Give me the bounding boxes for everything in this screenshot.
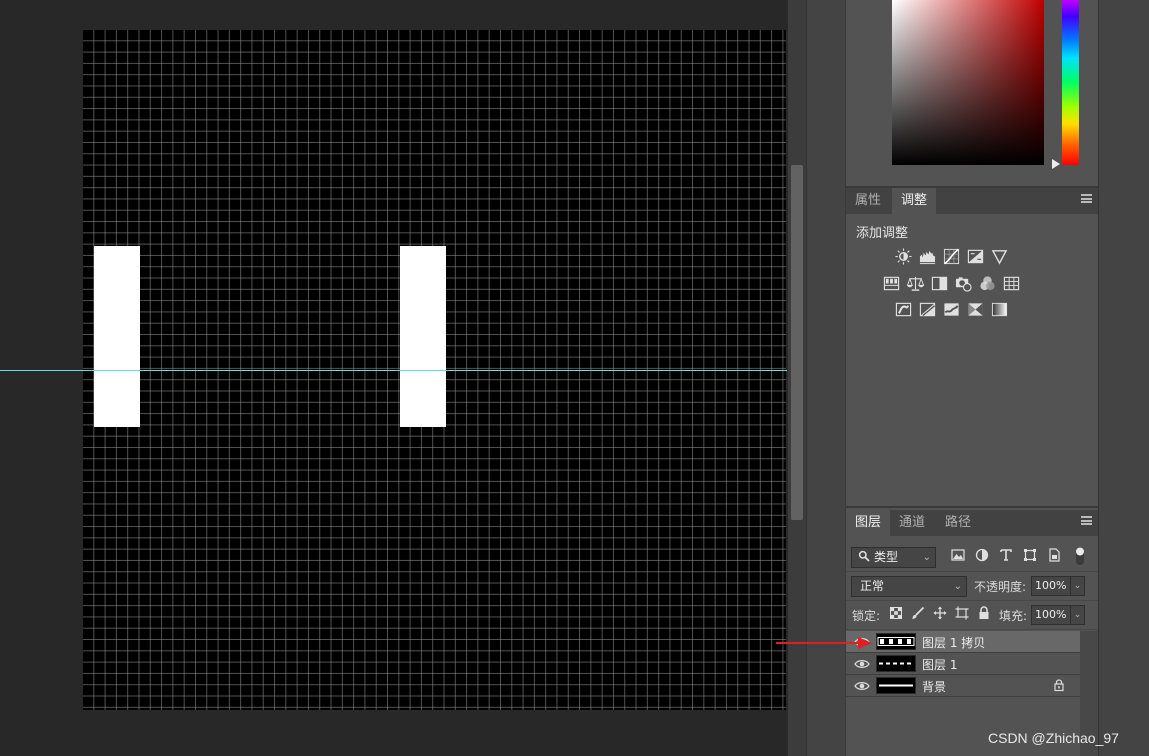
- selective-color-icon[interactable]: [966, 300, 984, 318]
- horizontal-guide-line[interactable]: [0, 370, 787, 371]
- collapsed-panel-dock: [806, 0, 846, 756]
- pixel-layer-filter-icon[interactable]: [950, 547, 966, 563]
- lock-position-icon[interactable]: [932, 605, 948, 621]
- hue-saturation-icon[interactable]: [882, 274, 900, 292]
- adjustments-tab-bar: 属性 调整: [846, 188, 1098, 214]
- shape-layer-filter-icon[interactable]: [1022, 547, 1038, 563]
- layer-name: 图层 1 拷贝: [922, 636, 986, 650]
- hue-slider[interactable]: [1062, 0, 1079, 165]
- layer-thumbnail: [876, 633, 916, 650]
- gradient-map-icon[interactable]: [990, 300, 1008, 318]
- white-rectangle-left[interactable]: [94, 246, 140, 427]
- lock-artboard-icon[interactable]: [954, 605, 970, 621]
- adjustments-panel: 属性 调整 添加调整: [846, 188, 1098, 508]
- layer-row-layer-1-copy[interactable]: 图层 1 拷贝: [846, 631, 1080, 653]
- blend-opacity-row: 正常 ⌄ 不透明度: 100% ⌄: [846, 572, 1098, 601]
- layers-tab-bar: 图层 通道 路径: [846, 510, 1098, 536]
- right-panel-column: 属性 调整 添加调整 图层 通道 路径 类型 ⌄ 正常 ⌄ 不透明度: 100%…: [845, 0, 1099, 756]
- hue-slider-marker[interactable]: [1052, 159, 1060, 169]
- type-layer-filter-icon[interactable]: [998, 547, 1014, 563]
- opacity-dropdown-button[interactable]: ⌄: [1070, 576, 1085, 596]
- fill-dropdown-button[interactable]: ⌄: [1070, 605, 1085, 625]
- layer-filter-row: 类型 ⌄: [846, 543, 1098, 572]
- chevron-down-icon: ⌄: [922, 552, 931, 563]
- chevron-down-icon: ⌄: [953, 581, 962, 592]
- filter-toggle-switch[interactable]: [1074, 546, 1086, 566]
- layer-thumbnail: [876, 655, 916, 672]
- fill-input[interactable]: 100%: [1031, 605, 1071, 625]
- filter-kind-dropdown[interactable]: 类型 ⌄: [851, 547, 936, 568]
- blend-mode-dropdown[interactable]: 正常 ⌄: [851, 576, 967, 597]
- curves-icon[interactable]: [942, 247, 960, 265]
- layer-name: 图层 1: [922, 658, 958, 672]
- color-saturation-field[interactable]: [892, 0, 1044, 165]
- canvas-vertical-scrollbar[interactable]: [787, 0, 806, 756]
- color-lookup-icon[interactable]: [1002, 274, 1020, 292]
- smart-object-filter-icon[interactable]: [1046, 547, 1062, 563]
- layer-thumbnail: [876, 677, 916, 694]
- eye-icon[interactable]: [854, 678, 870, 694]
- eye-icon[interactable]: [854, 656, 870, 672]
- posterize-icon[interactable]: [918, 300, 936, 318]
- tab-channels[interactable]: 通道: [890, 510, 934, 536]
- panel-menu-icon[interactable]: [1081, 194, 1092, 203]
- black-white-icon[interactable]: [930, 274, 948, 292]
- opacity-input[interactable]: 100%: [1031, 576, 1071, 596]
- right-panel-edge: [1098, 0, 1149, 756]
- layer-name: 背景: [922, 680, 947, 694]
- search-icon: [858, 549, 870, 568]
- blend-mode-value: 正常: [860, 579, 885, 593]
- photo-filter-icon[interactable]: [954, 274, 972, 292]
- brightness-contrast-icon[interactable]: [894, 247, 912, 265]
- add-adjustment-title: 添加调整: [856, 226, 909, 241]
- channel-mixer-icon[interactable]: [978, 274, 996, 292]
- layer-lock-icon: [1052, 678, 1066, 692]
- lock-image-pixels-icon[interactable]: [910, 605, 926, 621]
- color-panel: [846, 0, 1098, 188]
- panel-menu-icon[interactable]: [1081, 516, 1092, 525]
- white-rectangle-right[interactable]: [400, 246, 446, 427]
- opacity-label: 不透明度:: [974, 580, 1027, 594]
- lock-all-icon[interactable]: [976, 605, 992, 621]
- lock-fill-row: 锁定: 填充: 100% ⌄: [846, 601, 1098, 630]
- exposure-icon[interactable]: [966, 247, 984, 265]
- fill-label: 填充:: [999, 609, 1028, 623]
- filter-kind-value: 类型: [874, 550, 899, 564]
- lock-transparent-pixels-icon[interactable]: [888, 605, 904, 621]
- threshold-icon[interactable]: [942, 300, 960, 318]
- eye-icon[interactable]: [854, 634, 870, 650]
- lock-label: 锁定:: [852, 609, 881, 623]
- layers-panel: 图层 通道 路径 类型 ⌄ 正常 ⌄ 不透明度: 100% ⌄ 锁定: 填充: …: [846, 510, 1098, 756]
- levels-icon[interactable]: [918, 247, 936, 265]
- adjustment-layer-filter-icon[interactable]: [974, 547, 990, 563]
- scrollbar-thumb[interactable]: [791, 165, 803, 520]
- color-balance-icon[interactable]: [906, 274, 924, 292]
- layer-row-layer-1[interactable]: 图层 1: [846, 653, 1080, 675]
- watermark-text: CSDN @Zhichao_97: [988, 730, 1119, 746]
- vibrance-icon[interactable]: [990, 247, 1008, 265]
- invert-icon[interactable]: [894, 300, 912, 318]
- canvas-workspace[interactable]: [0, 0, 787, 756]
- tab-paths[interactable]: 路径: [936, 510, 980, 536]
- tab-layers[interactable]: 图层: [846, 510, 891, 536]
- tab-properties[interactable]: 属性: [846, 188, 890, 214]
- layer-row-background[interactable]: 背景: [846, 675, 1080, 697]
- tab-adjustments[interactable]: 调整: [892, 188, 937, 214]
